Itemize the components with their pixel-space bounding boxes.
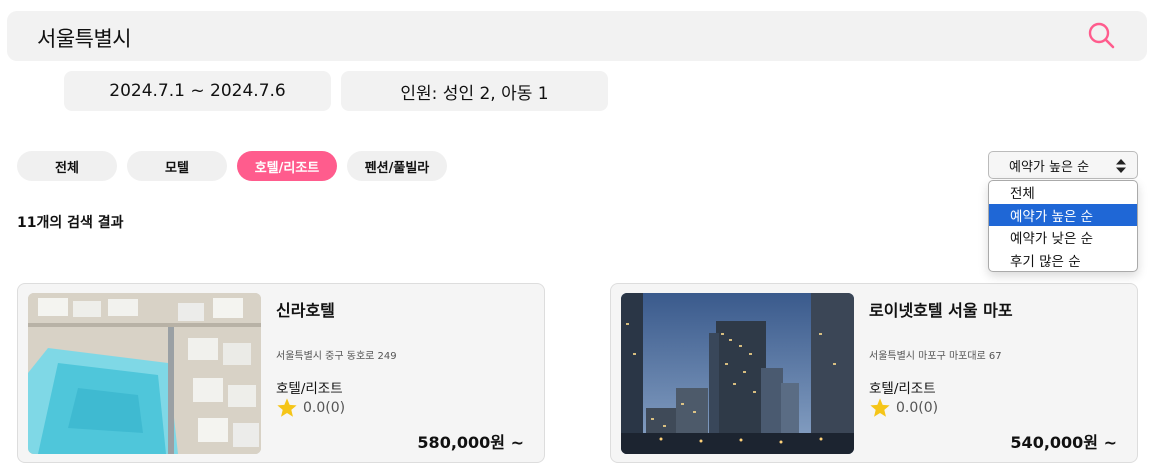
sort-dropdown: 전체 예약가 높은 순 예약가 낮은 순 후기 많은 순 [988, 180, 1138, 272]
star-icon [277, 398, 297, 417]
result-count: 11개의 검색 결과 [17, 215, 124, 231]
listing-name[interactable]: 로이넷호텔 서울 마포 [869, 297, 1013, 321]
star-icon [870, 398, 890, 417]
sort-option-price-low[interactable]: 예약가 낮은 순 [989, 226, 1137, 249]
search-icon[interactable] [1086, 20, 1118, 52]
tab-hotel-resort[interactable]: 호텔/리조트 [237, 151, 337, 181]
listing-price: 580,000원 ~ [417, 433, 524, 452]
listing-category: 호텔/리조트 [276, 381, 343, 397]
listing-address: 서울특별시 마포구 마포대로 67 [869, 351, 1002, 362]
listing-card[interactable]: 신라호텔 서울특별시 중구 동호로 249 호텔/리조트 0.0(0) 580,… [17, 283, 545, 463]
listing-price: 540,000원 ~ [1010, 433, 1117, 452]
up-down-arrow-icon [1116, 159, 1126, 173]
date-range-button[interactable]: 2024.7.1 ~ 2024.7.6 [64, 71, 331, 111]
hotel-pool-image[interactable] [28, 293, 261, 454]
listing-card[interactable]: 로이넷호텔 서울 마포 서울특별시 마포구 마포대로 67 호텔/리조트 0.0… [610, 283, 1138, 463]
listing-rating: 0.0(0) [276, 397, 345, 419]
guest-count-button[interactable]: 인원: 성인 2, 아동 1 [341, 71, 608, 111]
listing-category: 호텔/리조트 [869, 381, 936, 397]
sort-select[interactable]: 예약가 높은 순 [988, 151, 1138, 179]
search-query[interactable]: 서울특별시 [37, 23, 132, 53]
tab-all[interactable]: 전체 [17, 151, 117, 181]
sort-selected-value: 예약가 높은 순 [1009, 159, 1090, 175]
sort-option-most-reviews[interactable]: 후기 많은 순 [989, 249, 1137, 272]
listing-name[interactable]: 신라호텔 [276, 297, 335, 321]
rating-value: 0.0(0) [896, 400, 939, 416]
tab-motel[interactable]: 모텔 [127, 151, 227, 181]
search-bar[interactable]: 서울특별시 [7, 11, 1147, 61]
tab-pension-poolvilla[interactable]: 펜션/풀빌라 [347, 151, 447, 181]
listing-address: 서울특별시 중구 동호로 249 [276, 351, 397, 362]
listing-rating: 0.0(0) [869, 397, 938, 419]
sort-option-all[interactable]: 전체 [989, 181, 1137, 204]
hotel-building-image[interactable] [621, 293, 854, 454]
sort-option-price-high[interactable]: 예약가 높은 순 [989, 203, 1137, 226]
rating-value: 0.0(0) [303, 400, 346, 416]
